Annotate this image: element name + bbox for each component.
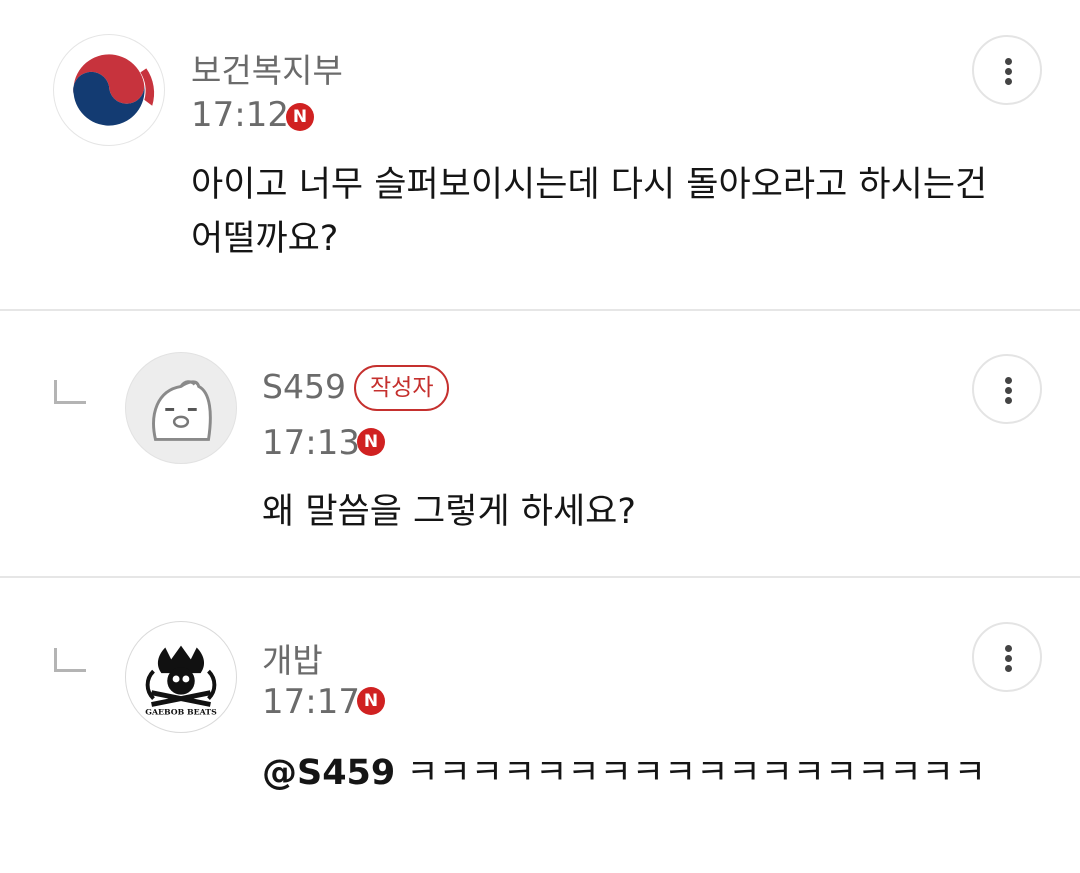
more-options-button[interactable] — [972, 622, 1042, 692]
mention-link[interactable]: @S459 — [262, 753, 395, 793]
comment-text-content: ㅋㅋㅋㅋㅋㅋㅋㅋㅋㅋㅋㅋㅋㅋㅋㅋㅋㅋ — [395, 753, 987, 793]
reply-arrow-icon — [54, 380, 86, 404]
new-badge-icon: N — [357, 687, 385, 715]
comment-time: 17:17 — [262, 682, 360, 722]
reply-item: GAEBOB BEATS 개밥 17:17 N @S459 ㅋㅋㅋㅋㅋㅋㅋㅋㅋㅋ… — [0, 578, 1080, 873]
comment-text: 왜 말씀을 그렇게 하세요? — [262, 492, 636, 532]
new-badge-icon: N — [357, 428, 385, 456]
avatar-default[interactable] — [125, 352, 237, 464]
comment-time: 17:13 — [262, 423, 360, 463]
comment-text: @S459 ㅋㅋㅋㅋㅋㅋㅋㅋㅋㅋㅋㅋㅋㅋㅋㅋㅋㅋ — [262, 746, 1022, 800]
avatar-logo-text: GAEBOB BEATS — [145, 707, 217, 716]
more-options-button[interactable] — [972, 354, 1042, 424]
comment-author[interactable]: 보건복지부 — [191, 44, 343, 92]
default-profile-icon — [152, 380, 212, 441]
more-options-button[interactable] — [972, 35, 1042, 105]
reply-arrow-icon — [54, 648, 86, 672]
more-vertical-icon — [1005, 58, 1012, 65]
more-vertical-icon — [1005, 645, 1012, 652]
more-vertical-icon — [1005, 377, 1012, 384]
author-badge: 작성자 — [354, 365, 450, 411]
comment-author[interactable]: 개밥 — [262, 634, 323, 682]
comment-text: 아이고 너무 슬퍼보이시는데 다시 돌아오라고 하시는건 어떨까요? — [191, 165, 988, 259]
avatar-gaebob-beats[interactable]: GAEBOB BEATS — [125, 621, 237, 733]
avatar-taegeuk[interactable] — [53, 34, 165, 146]
comment-item: 보건복지부 17:12 N 아이고 너무 슬퍼보이시는데 다시 돌아오라고 하시… — [0, 0, 1080, 310]
comment-time: 17:12 — [191, 95, 289, 135]
skull-logo-icon: GAEBOB BEATS — [145, 645, 217, 716]
reply-item: S459 작성자 17:13 N 왜 말씀을 그렇게 하세요? — [0, 311, 1080, 577]
comment-author[interactable]: S459 — [262, 367, 346, 406]
taegeuk-logo-icon — [73, 54, 155, 126]
new-badge-icon: N — [286, 103, 314, 131]
